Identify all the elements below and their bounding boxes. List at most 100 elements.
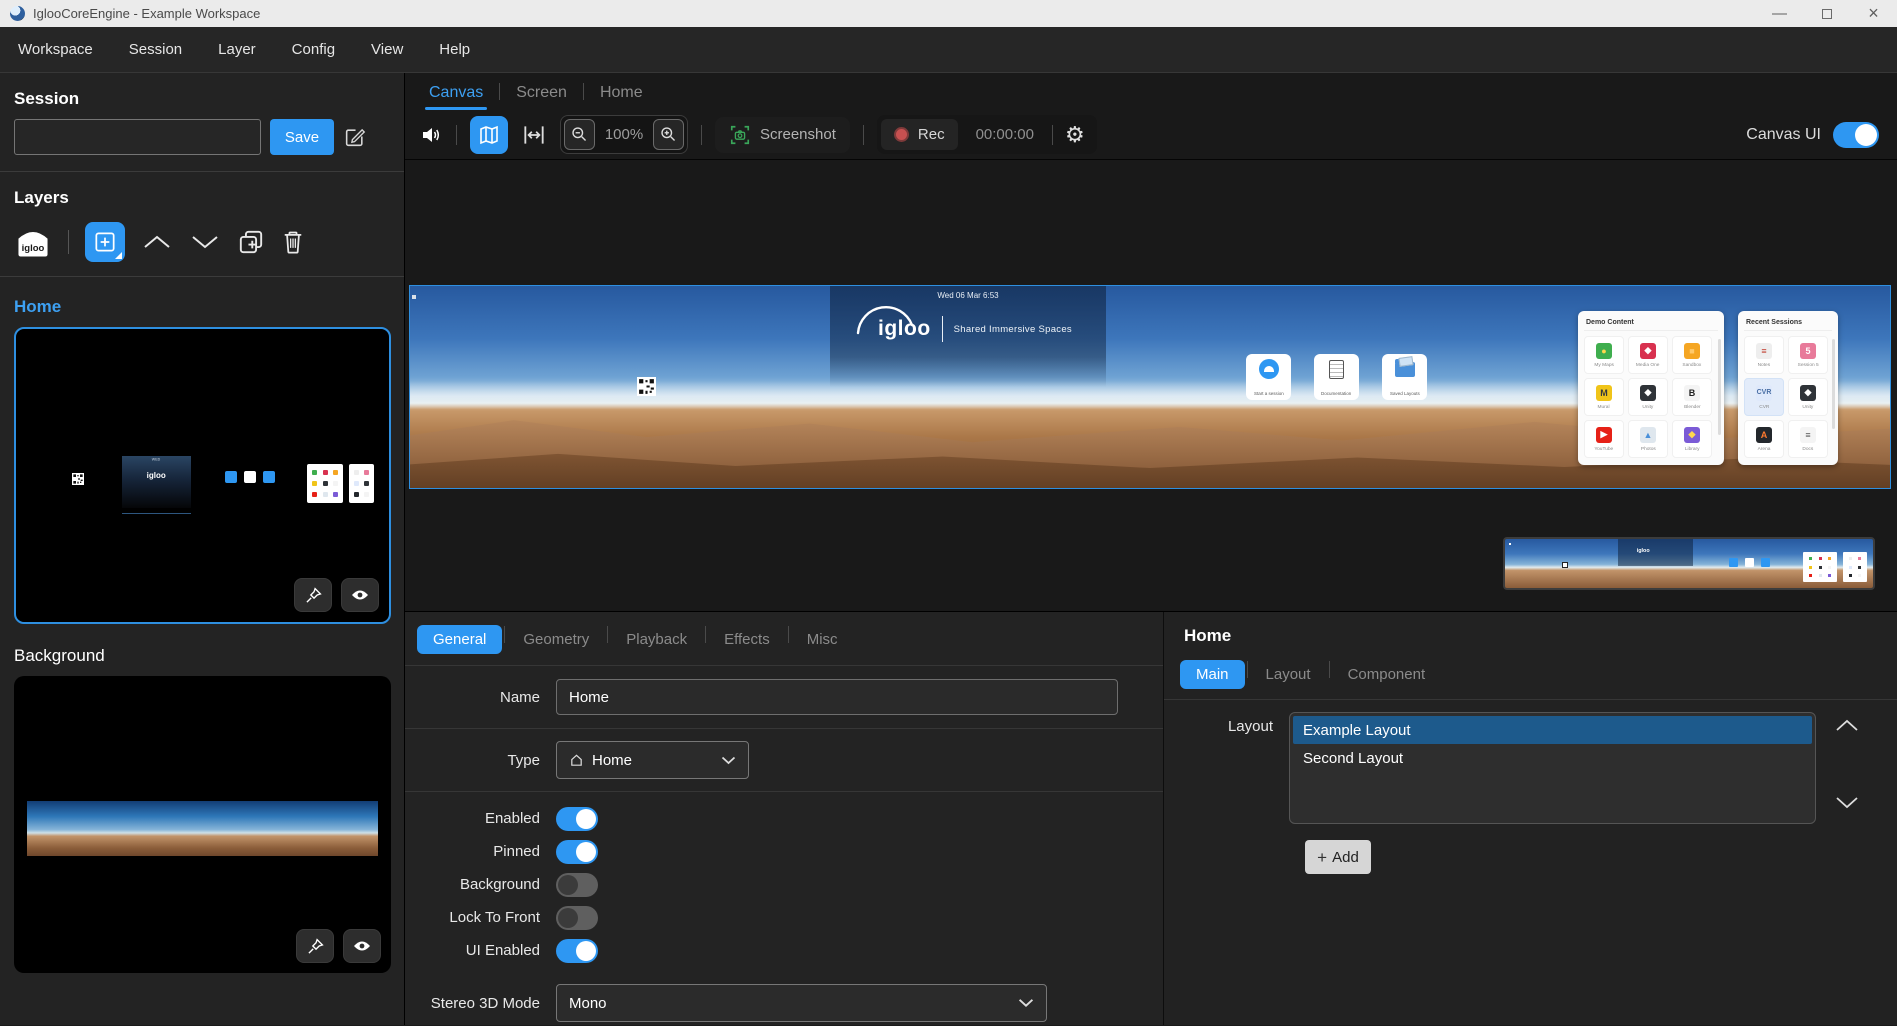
menu-layer[interactable]: Layer — [218, 41, 256, 58]
canvas-handle[interactable] — [412, 295, 416, 299]
toggle-label-background: Background — [405, 876, 540, 893]
tab-canvas[interactable]: Canvas — [415, 78, 497, 110]
divider — [1329, 661, 1330, 678]
app-tile-cvr[interactable]: CVRCVR — [1744, 378, 1784, 416]
app-dot — [1809, 566, 1812, 569]
screenshot-button[interactable]: Screenshot — [715, 117, 850, 153]
launcher-tile-start-a-session[interactable]: Start a session — [1246, 354, 1291, 400]
app-dot — [1828, 557, 1831, 560]
app-tile-label: Library — [1685, 446, 1700, 451]
move-layer-up-button[interactable] — [141, 233, 173, 251]
layout-tab-layout[interactable]: Layout — [1250, 660, 1327, 689]
session-name-input[interactable] — [14, 119, 261, 155]
app-tile-media-one[interactable]: ◆Media One — [1628, 336, 1668, 374]
igloo-layer-icon[interactable]: igloo — [14, 225, 52, 259]
app-tile-blender[interactable]: BBlender — [1672, 378, 1712, 416]
record-icon — [894, 127, 909, 142]
home-layer-thumbnail[interactable]: WEDigloo — [14, 327, 391, 624]
properties-tab-effects[interactable]: Effects — [708, 625, 786, 654]
toggle-lock-to-front[interactable] — [556, 906, 598, 930]
toggle-background[interactable] — [556, 873, 598, 897]
record-button[interactable]: Rec — [881, 119, 958, 150]
app-tile-session-5[interactable]: 5Session 5 — [1788, 336, 1828, 374]
layout-item-example-layout[interactable]: Example Layout — [1293, 716, 1812, 744]
app-dot — [312, 481, 317, 486]
window-controls: — × — [1756, 0, 1897, 27]
minimize-button[interactable]: — — [1756, 0, 1803, 27]
volume-icon[interactable] — [419, 123, 443, 147]
properties-tab-playback[interactable]: Playback — [610, 625, 703, 654]
name-input[interactable] — [556, 679, 1118, 715]
igloo-home-panel: Wed 06 Mar 6:53 igloo Shared Immersive S… — [830, 286, 1106, 387]
layout-tab-component[interactable]: Component — [1332, 660, 1442, 689]
app-tile-mural[interactable]: MMural — [1584, 378, 1624, 416]
app-icon — [10, 6, 25, 21]
move-layout-up-button[interactable] — [1834, 718, 1860, 733]
zoom-out-button[interactable] — [564, 119, 595, 150]
menu-session[interactable]: Session — [129, 41, 182, 58]
background-layer-thumbnail[interactable] — [14, 676, 391, 973]
canvas-viewport[interactable]: Wed 06 Mar 6:53 igloo Shared Immersive S… — [405, 160, 1897, 612]
visibility-layer-button[interactable] — [343, 929, 381, 963]
app-tile-youtube[interactable]: ▶YouTube — [1584, 420, 1624, 458]
menu-config[interactable]: Config — [292, 41, 335, 58]
properties-tab-geometry[interactable]: Geometry — [507, 625, 605, 654]
settings-gear-icon[interactable]: ⚙ — [1057, 124, 1093, 146]
maximize-button[interactable] — [1803, 0, 1850, 27]
app-tile-my-maps[interactable]: ●My Maps — [1584, 336, 1624, 374]
layout-listbox[interactable]: Example LayoutSecond Layout — [1289, 712, 1816, 824]
app-tile-unity[interactable]: ◆Unity — [1788, 378, 1828, 416]
menu-workspace[interactable]: Workspace — [18, 41, 93, 58]
add-layout-button[interactable]: + Add — [1305, 840, 1371, 874]
app-tile-notes[interactable]: ≡Notes — [1744, 336, 1784, 374]
visibility-layer-button[interactable] — [341, 578, 379, 612]
menu-view[interactable]: View — [371, 41, 403, 58]
app-tile-docs[interactable]: ≡Docs — [1788, 420, 1828, 458]
mini-qr-code — [72, 473, 84, 485]
close-button[interactable]: × — [1850, 0, 1897, 27]
layout-item-second-layout[interactable]: Second Layout — [1293, 744, 1812, 772]
edit-session-icon[interactable] — [343, 126, 366, 149]
layout-tab-main[interactable]: Main — [1180, 660, 1245, 689]
launcher-tile-saved-layouts[interactable]: Saved Layouts — [1382, 354, 1427, 400]
properties-tab-general[interactable]: General — [417, 625, 502, 654]
move-layer-down-button[interactable] — [189, 233, 221, 251]
app-tile-library[interactable]: ◆Library — [1672, 420, 1712, 458]
app-tile-label: YouTube — [1595, 446, 1614, 451]
type-select[interactable]: Home — [556, 741, 749, 779]
launcher-tile-documentation[interactable]: Documentation — [1314, 354, 1359, 400]
app-tile-sandbox[interactable]: ■Sandbox — [1672, 336, 1712, 374]
pin-layer-button[interactable] — [296, 929, 334, 963]
zoom-in-button[interactable] — [653, 119, 684, 150]
panorama-canvas[interactable]: Wed 06 Mar 6:53 igloo Shared Immersive S… — [409, 285, 1891, 489]
app-tile-photos[interactable]: ▲Photos — [1628, 420, 1668, 458]
toggle-ui-enabled[interactable] — [556, 939, 598, 963]
app-tile-unity[interactable]: ◆Unity — [1628, 378, 1668, 416]
add-layer-button[interactable] — [85, 222, 125, 262]
toggle-pinned[interactable] — [556, 840, 598, 864]
fit-width-button[interactable] — [521, 122, 547, 148]
mini-launcher-icons — [225, 471, 275, 483]
app-tile-arena[interactable]: AArena — [1744, 420, 1784, 458]
delete-layer-button[interactable] — [281, 229, 305, 255]
canvas-clock: Wed 06 Mar 6:53 — [937, 291, 998, 300]
save-button[interactable]: Save — [270, 119, 334, 155]
canvas-ui-toggle[interactable] — [1833, 122, 1879, 148]
canvas-minimap[interactable] — [1503, 537, 1875, 590]
menu-help[interactable]: Help — [439, 41, 470, 58]
stereo-mode-select[interactable]: Mono — [556, 984, 1047, 1022]
properties-tab-misc[interactable]: Misc — [791, 625, 854, 654]
toggle-enabled[interactable] — [556, 807, 598, 831]
app-icon: ≡ — [1756, 343, 1772, 359]
layers-toolbar: igloo — [14, 218, 390, 266]
panel-scrollbar[interactable] — [1832, 339, 1835, 429]
duplicate-layer-button[interactable] — [237, 228, 265, 256]
tab-screen[interactable]: Screen — [502, 78, 581, 110]
map-view-button[interactable] — [470, 116, 508, 154]
panel-scrollbar[interactable] — [1718, 339, 1721, 435]
pin-layer-button[interactable] — [294, 578, 332, 612]
launcher-tile-label: Documentation — [1321, 392, 1351, 397]
tab-home[interactable]: Home — [586, 78, 657, 110]
app-icon: M — [1596, 385, 1612, 401]
move-layout-down-button[interactable] — [1834, 795, 1860, 810]
